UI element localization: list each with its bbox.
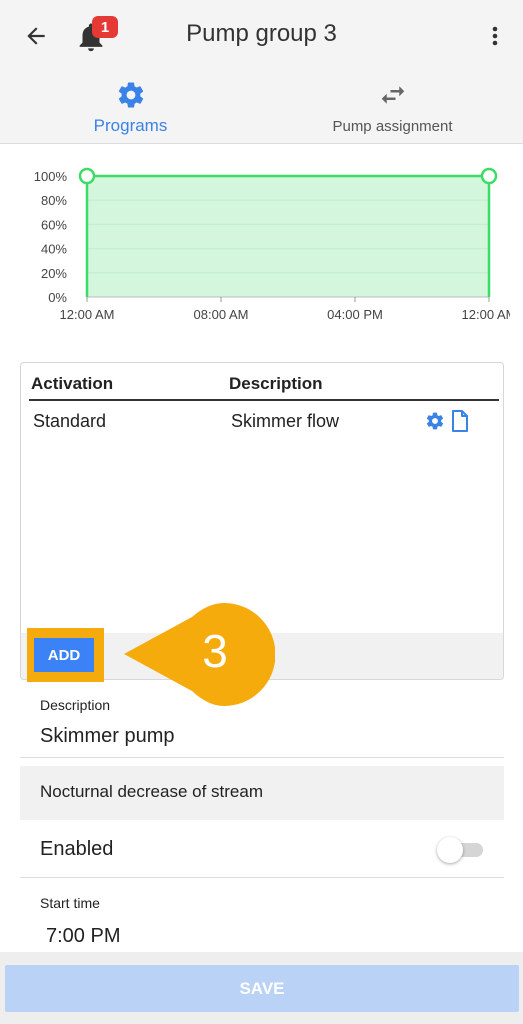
add-button[interactable]: ADD xyxy=(34,638,94,672)
tab-bar: Programs Pump assignment xyxy=(0,72,523,144)
more-options-button[interactable] xyxy=(480,18,510,54)
y-tick-label: 20% xyxy=(41,266,67,281)
tab-pump-assignment[interactable]: Pump assignment xyxy=(262,72,523,144)
tab-programs-label: Programs xyxy=(93,116,168,135)
divider xyxy=(20,757,504,758)
y-tick-label: 40% xyxy=(41,242,67,257)
callout-number: 3 xyxy=(202,625,228,677)
chart-point xyxy=(78,167,96,185)
gear-icon xyxy=(118,82,143,108)
y-tick-label: 100% xyxy=(34,169,68,184)
x-tick-label: 12:00 AM xyxy=(60,307,115,322)
save-button[interactable]: SAVE xyxy=(5,965,519,1012)
tab-pump-assignment-label: Pump assignment xyxy=(332,118,453,135)
header-divider xyxy=(29,399,499,401)
y-tick-label: 60% xyxy=(41,217,67,232)
x-tick-label: 04:00 PM xyxy=(327,307,383,322)
settings-gear-icon[interactable] xyxy=(425,411,445,431)
row-description[interactable]: Skimmer flow xyxy=(231,411,339,432)
x-tick-label: 08:00 AM xyxy=(194,307,249,322)
start-time-field[interactable]: 7:00 PM xyxy=(46,925,120,948)
section-header: Nocturnal decrease of stream xyxy=(20,766,504,820)
enabled-label: Enabled xyxy=(40,838,114,860)
description-label: Description xyxy=(40,697,111,713)
row-activation[interactable]: Standard xyxy=(33,411,106,432)
y-tick-label: 80% xyxy=(41,193,67,208)
program-chart: 100% 80% 60% 40% 20% 0% 12:00 AM 08:00 AM 04:00 … xyxy=(34,167,510,322)
toggle-thumb xyxy=(437,837,463,863)
x-tick-label: 12:00 AM xyxy=(462,307,510,322)
page-title: Pump group 3 xyxy=(186,20,337,47)
enabled-toggle[interactable] xyxy=(437,837,485,863)
section-title: Nocturnal decrease of stream xyxy=(40,782,263,801)
chart-point xyxy=(480,167,498,185)
tab-programs[interactable]: Programs xyxy=(0,72,261,144)
description-field[interactable]: Skimmer pump xyxy=(40,725,174,748)
y-tick-label: 0% xyxy=(48,290,67,305)
chart-area-fill xyxy=(87,176,489,297)
column-header-description: Description xyxy=(229,374,323,393)
column-header-activation: Activation xyxy=(31,374,114,393)
divider xyxy=(20,877,504,878)
swap-arrows-icon xyxy=(381,86,404,104)
copy-document-icon[interactable] xyxy=(451,410,469,432)
start-time-label: Start time xyxy=(40,895,100,911)
more-vertical-icon xyxy=(492,26,498,46)
